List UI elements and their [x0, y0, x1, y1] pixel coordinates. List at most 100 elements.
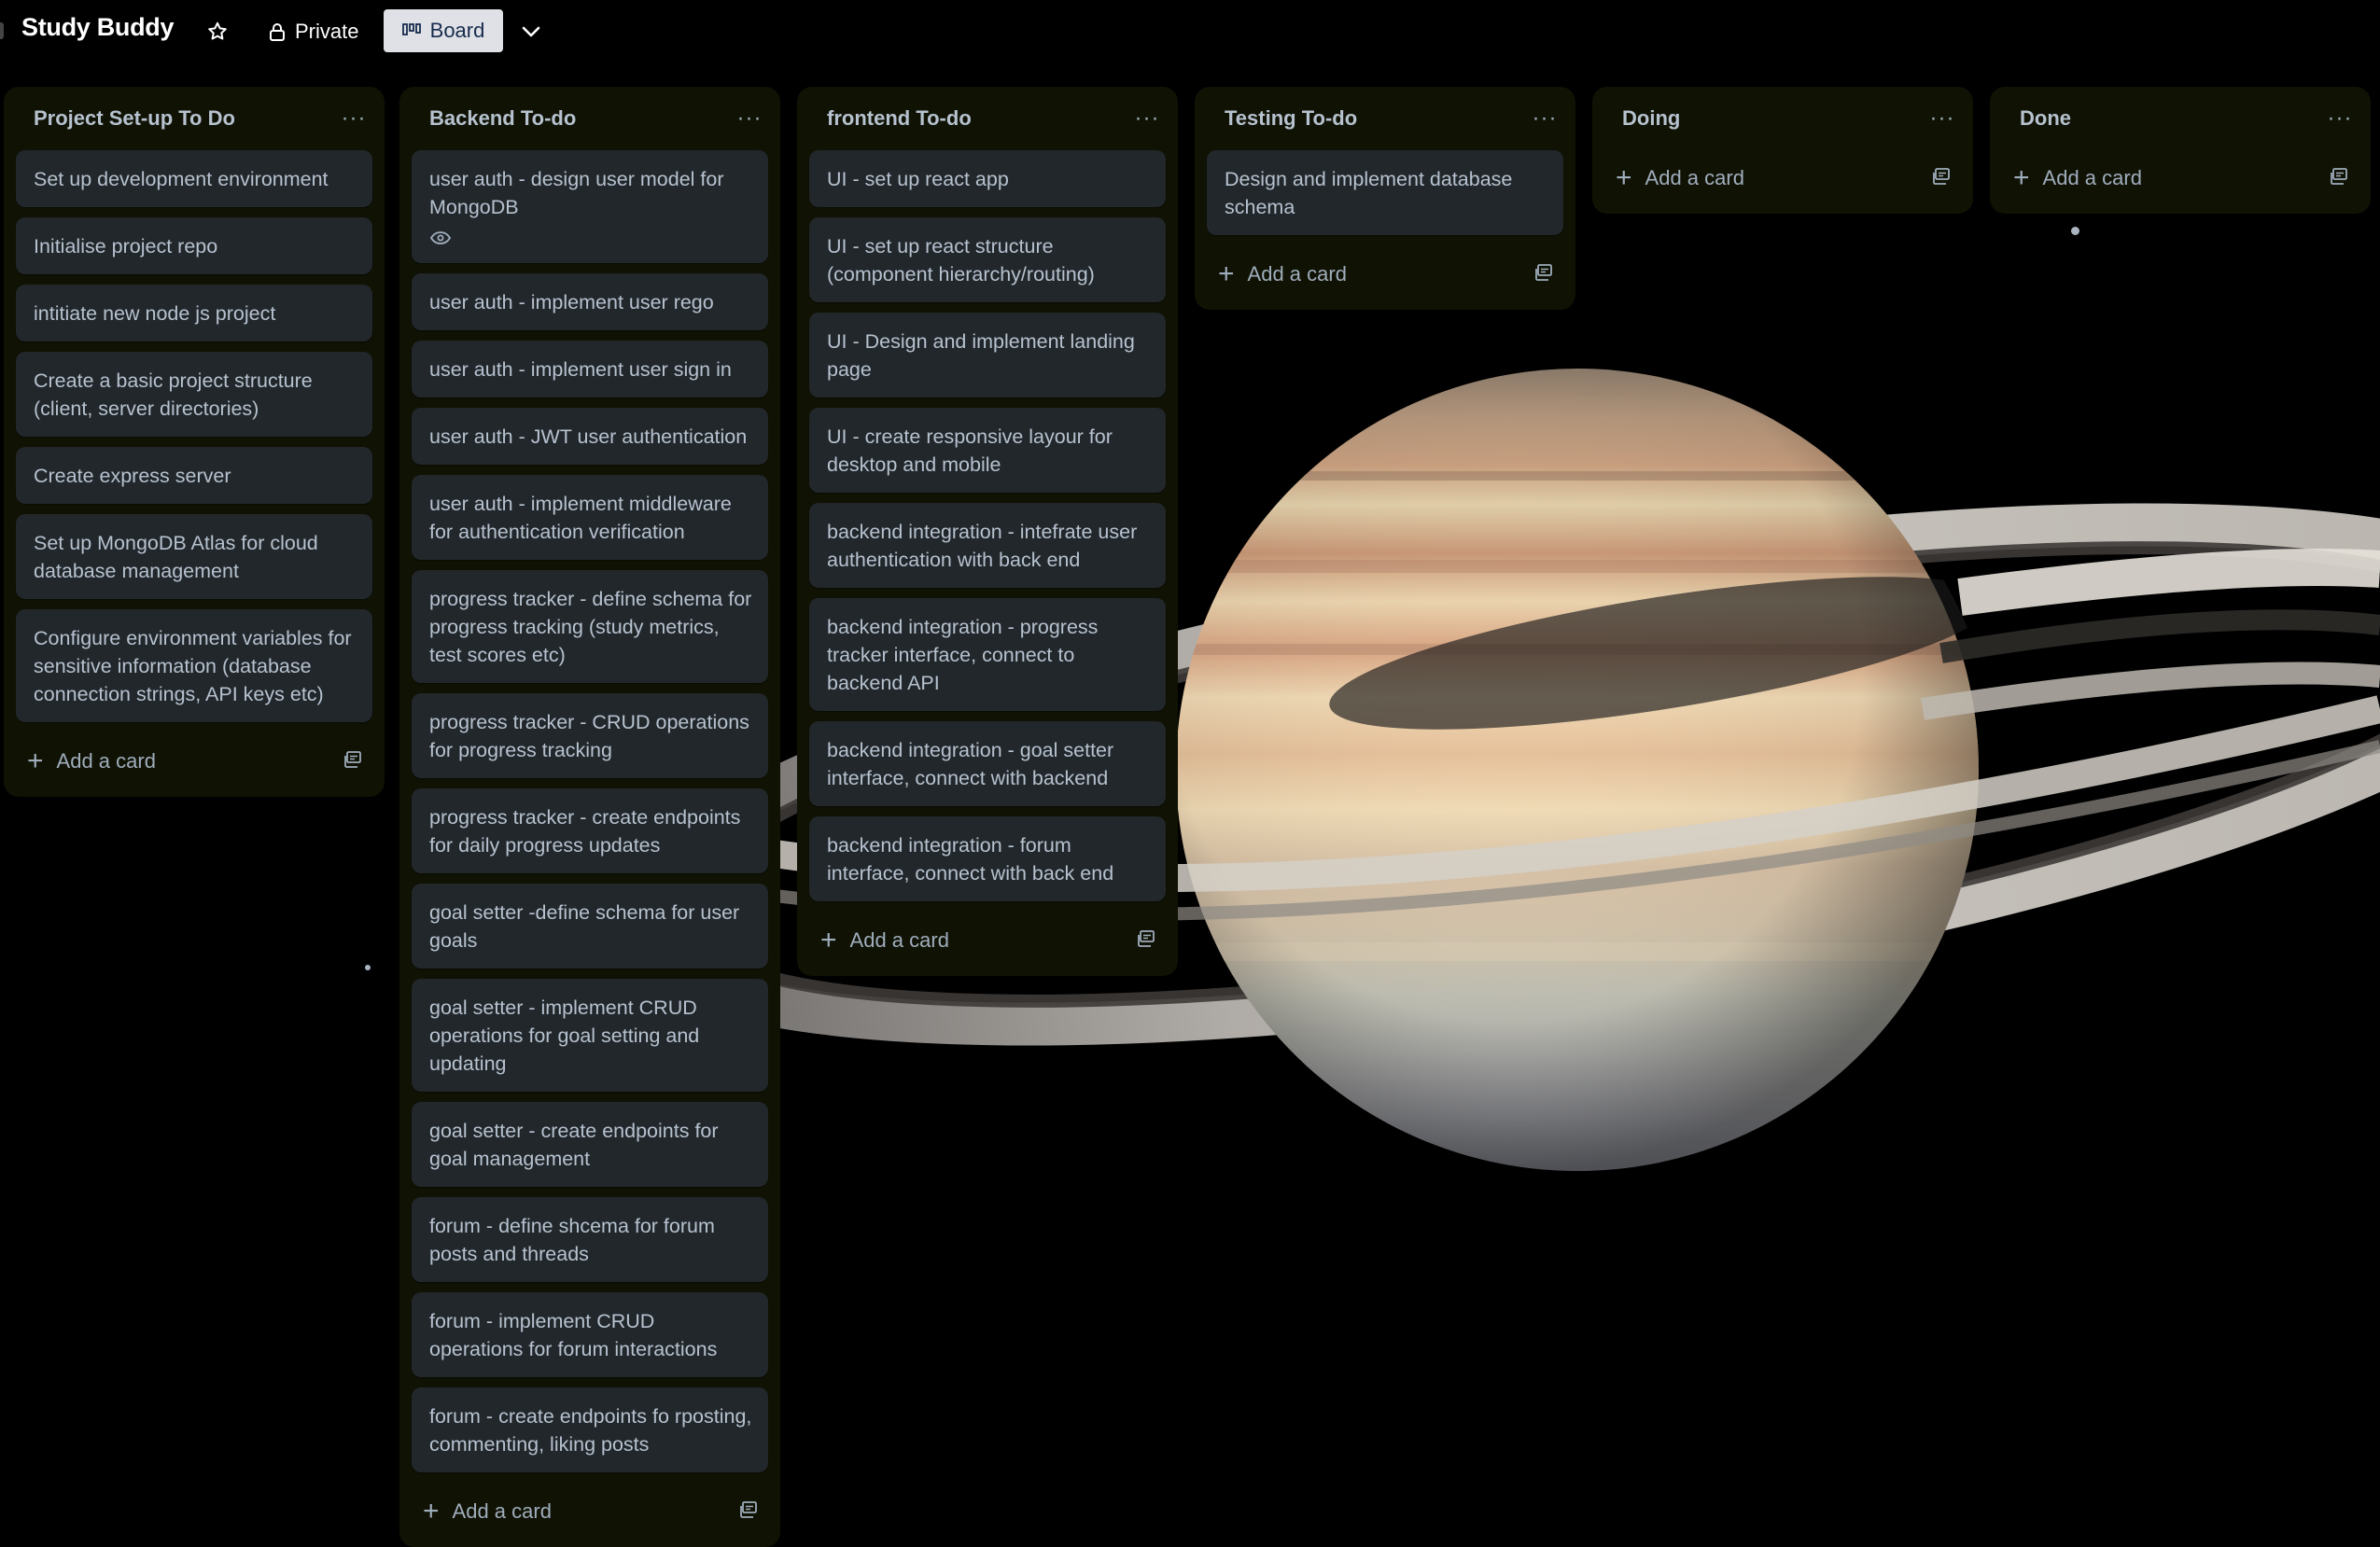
card[interactable]: UI - set up react app	[809, 150, 1166, 207]
list-5[interactable]: Doing ··· + Add a card	[1592, 87, 1973, 214]
card[interactable]: Initialise project repo	[16, 217, 372, 274]
list-header[interactable]: frontend To-do ···	[809, 87, 1166, 150]
list-3[interactable]: frontend To-do ··· UI - set up react app…	[797, 87, 1178, 976]
visibility-button[interactable]: Private	[263, 13, 364, 50]
list-2[interactable]: Backend To-do ··· user auth - design use…	[399, 87, 780, 1547]
list-header[interactable]: Done ···	[2002, 87, 2359, 150]
list-6[interactable]: Done ··· + Add a card	[1990, 87, 2371, 214]
list-title[interactable]: Project Set-up To Do	[34, 106, 235, 131]
card[interactable]: backend integration - goal setter interf…	[809, 721, 1166, 806]
card[interactable]: Create express server	[16, 447, 372, 504]
list-menu-button[interactable]: ···	[731, 100, 768, 137]
more-icon: ···	[2327, 105, 2353, 131]
card[interactable]: backend integration - intefrate user aut…	[809, 503, 1166, 588]
card[interactable]: Set up development environment	[16, 150, 372, 207]
plus-icon: +	[27, 746, 44, 776]
card[interactable]: UI - set up react structure (component h…	[809, 217, 1166, 302]
list-header[interactable]: Backend To-do ···	[412, 87, 768, 150]
list-title[interactable]: Testing To-do	[1225, 106, 1357, 131]
card[interactable]: forum - create endpoints fo rposting, co…	[412, 1387, 768, 1472]
card-title: user auth - JWT user authentication	[429, 425, 748, 448]
card[interactable]: user auth - JWT user authentication	[412, 408, 768, 465]
list-menu-button[interactable]: ···	[1526, 100, 1563, 137]
sidebar-collapse-handle[interactable]	[0, 22, 4, 39]
card[interactable]: Configure environment variables for sens…	[16, 609, 372, 722]
card[interactable]: user auth - implement user rego	[412, 273, 768, 330]
create-from-template-button[interactable]	[738, 1499, 759, 1525]
card-title: backend integration - goal setter interf…	[827, 739, 1114, 789]
card[interactable]: Design and implement database schema	[1207, 150, 1563, 235]
card-title: goal setter -define schema for user goal…	[429, 901, 740, 952]
card-title: forum - define shcema for forum posts an…	[429, 1215, 715, 1265]
create-from-template-button[interactable]	[343, 749, 363, 774]
add-card-row: + Add a card	[412, 1476, 768, 1547]
create-from-template-button[interactable]	[2329, 166, 2349, 191]
list-menu-button[interactable]: ···	[335, 100, 372, 137]
add-card-button[interactable]: + Add a card	[27, 747, 156, 775]
list-4[interactable]: Testing To-do ··· Design and implement d…	[1195, 87, 1575, 310]
card[interactable]: user auth - design user model for MongoD…	[412, 150, 768, 263]
more-icon: ···	[341, 105, 367, 131]
more-icon: ···	[1134, 105, 1160, 131]
add-card-label: Add a card	[1645, 166, 1744, 189]
chevron-down-icon	[522, 26, 540, 37]
list-title[interactable]: Backend To-do	[429, 106, 576, 131]
add-card-row: + Add a card	[1207, 239, 1563, 310]
plus-icon: +	[2013, 162, 2030, 193]
card[interactable]: Set up MongoDB Atlas for cloud database …	[16, 514, 372, 599]
add-card-label: Add a card	[849, 928, 949, 952]
card-title: goal setter - create endpoints for goal …	[429, 1120, 719, 1170]
card[interactable]: backend integration - forum interface, c…	[809, 816, 1166, 901]
create-from-template-button[interactable]	[1931, 166, 1952, 191]
card[interactable]: user auth - implement user sign in	[412, 341, 768, 397]
card-title: progress tracker - create endpoints for …	[429, 806, 741, 857]
list-title[interactable]: frontend To-do	[827, 106, 972, 131]
list-1[interactable]: Project Set-up To Do ··· Set up developm…	[4, 87, 385, 797]
card[interactable]: UI - create responsive layour for deskto…	[809, 408, 1166, 493]
card-title: forum - implement CRUD operations for fo…	[429, 1310, 718, 1360]
card[interactable]: progress tracker - create endpoints for …	[412, 788, 768, 873]
add-card-button[interactable]: + Add a card	[820, 927, 949, 955]
card[interactable]: progress tracker - define schema for pro…	[412, 570, 768, 683]
card-title: backend integration - forum interface, c…	[827, 834, 1114, 885]
add-card-button[interactable]: + Add a card	[423, 1498, 552, 1526]
card[interactable]: forum - implement CRUD operations for fo…	[412, 1292, 768, 1377]
add-card-button[interactable]: + Add a card	[2013, 164, 2142, 192]
card-title: user auth - design user model for MongoD…	[429, 168, 724, 218]
list-title[interactable]: Doing	[1622, 106, 1680, 131]
card-title: Set up MongoDB Atlas for cloud database …	[34, 532, 318, 582]
more-icon: ···	[1929, 105, 1955, 131]
create-from-template-button[interactable]	[1136, 928, 1156, 954]
card[interactable]: progress tracker - CRUD operations for p…	[412, 693, 768, 778]
card[interactable]: forum - define shcema for forum posts an…	[412, 1197, 768, 1282]
list-header[interactable]: Project Set-up To Do ···	[16, 87, 372, 150]
card[interactable]: user auth - implement middleware for aut…	[412, 475, 768, 560]
list-menu-button[interactable]: ···	[1128, 100, 1166, 137]
card[interactable]: Create a basic project structure (client…	[16, 352, 372, 437]
background-speck	[2071, 227, 2079, 235]
list-menu-button[interactable]: ···	[2321, 100, 2359, 137]
card[interactable]: goal setter - implement CRUD operations …	[412, 979, 768, 1092]
list-header[interactable]: Testing To-do ···	[1207, 87, 1563, 150]
add-card-button[interactable]: + Add a card	[1218, 260, 1347, 288]
card-template-icon	[740, 1500, 757, 1518]
board-title[interactable]: Study Buddy	[21, 13, 175, 42]
plus-icon: +	[1218, 258, 1235, 289]
views-dropdown-button[interactable]	[516, 13, 546, 50]
list-title[interactable]: Done	[2020, 106, 2071, 131]
list-header[interactable]: Doing ···	[1604, 87, 1961, 150]
card[interactable]: intitiate new node js project	[16, 285, 372, 341]
star-button[interactable]	[203, 13, 231, 50]
watching-badge	[429, 227, 752, 249]
board-view-button[interactable]: Board	[384, 9, 503, 52]
add-card-button[interactable]: + Add a card	[1616, 164, 1744, 192]
list-menu-button[interactable]: ···	[1924, 100, 1961, 137]
card[interactable]: backend integration - progress tracker i…	[809, 598, 1166, 711]
card-title: Create a basic project structure (client…	[34, 369, 313, 420]
add-card-label: Add a card	[56, 749, 156, 773]
card-list: Design and implement database schema	[1207, 150, 1563, 235]
card[interactable]: goal setter -define schema for user goal…	[412, 884, 768, 969]
card[interactable]: UI - Design and implement landing page	[809, 313, 1166, 397]
create-from-template-button[interactable]	[1533, 262, 1554, 287]
card[interactable]: goal setter - create endpoints for goal …	[412, 1102, 768, 1187]
